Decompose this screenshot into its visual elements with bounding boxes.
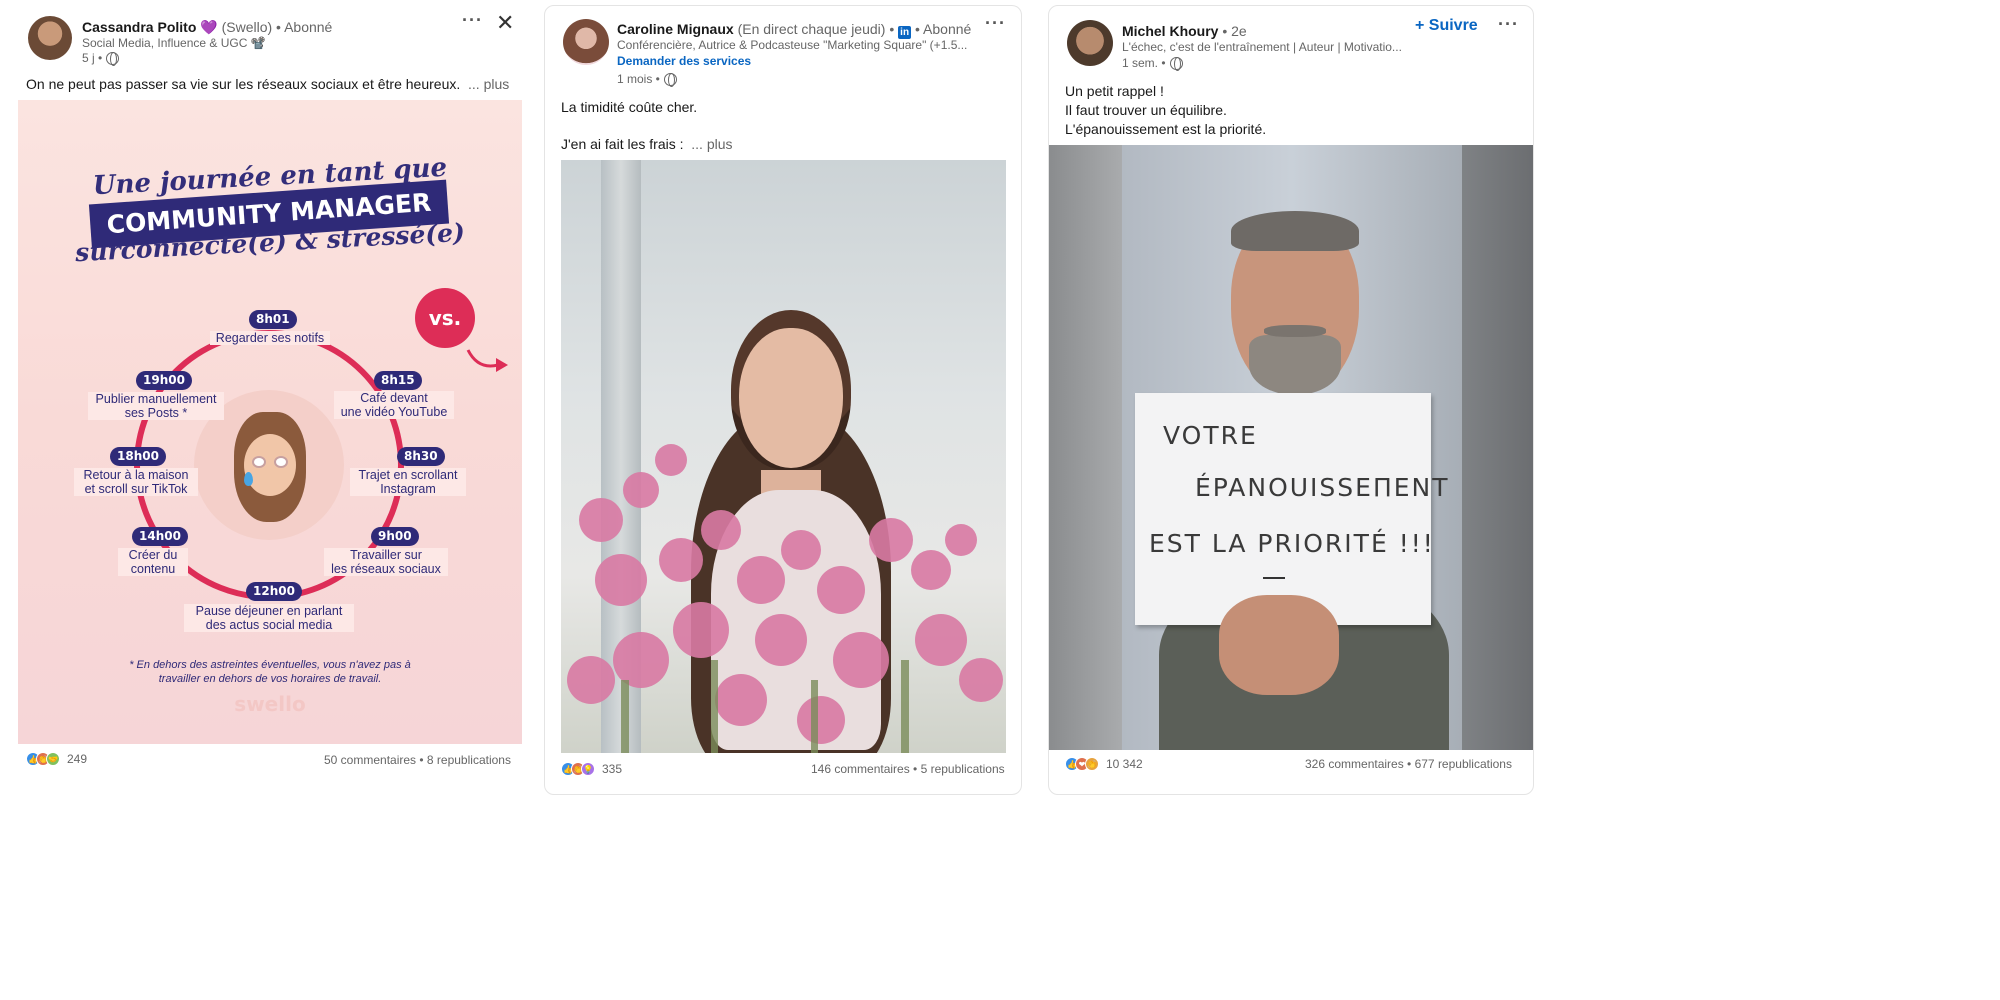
comments-reposts[interactable]: 326 commentaires • 677 republications [1305,757,1512,771]
time-badge: 8h30 [397,447,445,466]
avatar[interactable] [28,16,72,60]
post-time: 1 mois • [617,72,677,87]
post-card-caroline: Caroline Mignaux (En direct chaque jeudi… [544,5,1022,795]
globe-icon [106,51,120,66]
step-label: Travailler sur les réseaux sociaux [324,548,448,576]
globe-icon [1169,56,1183,71]
step-label: Trajet en scrollant Instagram [350,468,466,496]
author-emoji: 💜 [200,19,218,35]
post-text-line1: La timidité coûte cher. [561,99,698,115]
time-badge: 9h00 [371,527,419,546]
step-label: Pause déjeuner en parlant des actus soci… [184,604,354,632]
reaction-icons: 👍 👏 💡 [561,762,595,776]
author-name[interactable]: Cassandra Polito [82,19,196,35]
request-services-link[interactable]: Demander des services [617,54,751,68]
author-headline: Social Media, Influence & UGC 📽️ [82,36,266,50]
post-text-content: J'en ai fait les frais : [561,136,684,152]
handwritten-sign: VOTRE ÉPANOUISSEΠENT EST LA PRIORITÉ !!! [1135,393,1448,625]
post-text-line2: Il faut trouver un équilibre. [1065,102,1227,118]
post-photo-man-sign[interactable]: VOTRE ÉPANOUISSEΠENT EST LA PRIORITÉ !!! [1049,145,1533,750]
reactions-count[interactable]: 10 342 [1106,757,1143,771]
post-text: On ne peut pas passer sa vie sur les rés… [26,75,509,94]
step-label: Publier manuellement ses Posts * [88,392,224,420]
avatar[interactable] [563,19,609,65]
post-card-michel: Michel Khoury • 2e L'échec, c'est de l'e… [1048,5,1534,795]
vs-badge: vs. [415,288,475,348]
time-badge: 19h00 [136,371,192,390]
brand-watermark: swello [234,692,306,716]
post-text-line2: J'en ai fait les frais : ... plus [561,135,733,154]
author-headline: L'échec, c'est de l'entraînement | Auteu… [1122,40,1402,54]
see-more-link[interactable]: ... plus [691,136,732,152]
sign-underline [1263,577,1285,579]
step-label: Retour à la maison et scroll sur TikTok [74,468,198,496]
follow-button[interactable]: + Suivre [1415,17,1478,35]
post-author[interactable]: Michel Khoury • 2e [1122,23,1247,39]
post-author[interactable]: Caroline Mignaux (En direct chaque jeudi… [617,21,971,39]
time-badge: 12h00 [246,582,302,601]
post-card-cassandra: Cassandra Polito 💜 (Swello) • Abonné Soc… [8,0,530,784]
celebrate-icon: 👏 [1085,757,1099,771]
post-time: 1 sem. • [1122,56,1183,71]
post-photo-woman-flowers[interactable] [561,160,1006,753]
avatar[interactable] [1067,20,1113,66]
reactions-summary[interactable]: 👍 👏 🤝 249 [26,752,87,766]
step-label: Regarder ses notifs [210,331,330,345]
follow-state: • Abonné [915,21,972,37]
comments-reposts[interactable]: 50 commentaires • 8 republications [324,753,511,767]
author-name[interactable]: Caroline Mignaux [617,21,734,37]
time-badge: 14h00 [132,527,188,546]
sign-line1: VOTRE [1163,421,1258,450]
flowers-foreground [567,444,1003,753]
time-badge: 8h01 [249,310,297,329]
reactions-summary[interactable]: 👍 👏 💡 335 [561,762,622,776]
insightful-icon: 💡 [581,762,595,776]
step-label: Créer du contenu [118,548,188,576]
see-more-link[interactable]: ... plus [468,76,509,92]
post-text-line1: Un petit rappel ! [1065,83,1164,99]
post-time-text: 1 sem. • [1122,56,1166,70]
support-icon: 🤝 [46,752,60,766]
post-time-text: 5 j • [82,51,103,65]
post-author[interactable]: Cassandra Polito 💜 (Swello) • Abonné [82,19,332,36]
post-time-text: 1 mois • [617,72,660,86]
infographic-image[interactable]: Une journée en tant que COMMUNITY MANAGE… [18,100,522,744]
post-time: 5 j • [82,51,120,66]
step-label: Café devant une vidéo YouTube [334,391,454,419]
reactions-count[interactable]: 249 [67,752,87,766]
time-badge: 8h15 [374,371,422,390]
comments-reposts[interactable]: 146 commentaires • 5 republications [811,762,1005,776]
author-name[interactable]: Michel Khoury [1122,23,1218,39]
author-headline: Conférencière, Autrice & Podcasteuse "Ma… [617,38,967,52]
author-suffix: (Swello) • Abonné [221,19,333,35]
sign-line2: ÉPANOUISSEΠENT [1195,473,1450,502]
reaction-icons: 👍 ❤ 👏 [1065,757,1099,771]
reactions-summary[interactable]: 👍 ❤ 👏 10 342 [1065,757,1143,771]
close-icon[interactable]: ✕ [496,10,514,36]
time-badge: 18h00 [110,447,166,466]
author-suffix: (En direct chaque jeudi) • [737,21,895,37]
more-horizontal-icon[interactable]: ··· [985,13,1006,34]
sign-line3: EST LA PRIORITÉ !!! [1149,529,1435,558]
infographic-footnote: * En dehors des astreintes éventuelles, … [129,659,411,685]
post-text-line3: L'épanouissement est la priorité. [1065,121,1267,137]
more-horizontal-icon[interactable]: ··· [462,10,483,31]
globe-icon [663,72,677,87]
connection-degree: • 2e [1222,23,1247,39]
post-text-content: On ne peut pas passer sa vie sur les rés… [26,76,461,92]
reaction-icons: 👍 👏 🤝 [26,752,60,766]
reactions-count[interactable]: 335 [602,762,622,776]
more-horizontal-icon[interactable]: ··· [1498,14,1519,35]
